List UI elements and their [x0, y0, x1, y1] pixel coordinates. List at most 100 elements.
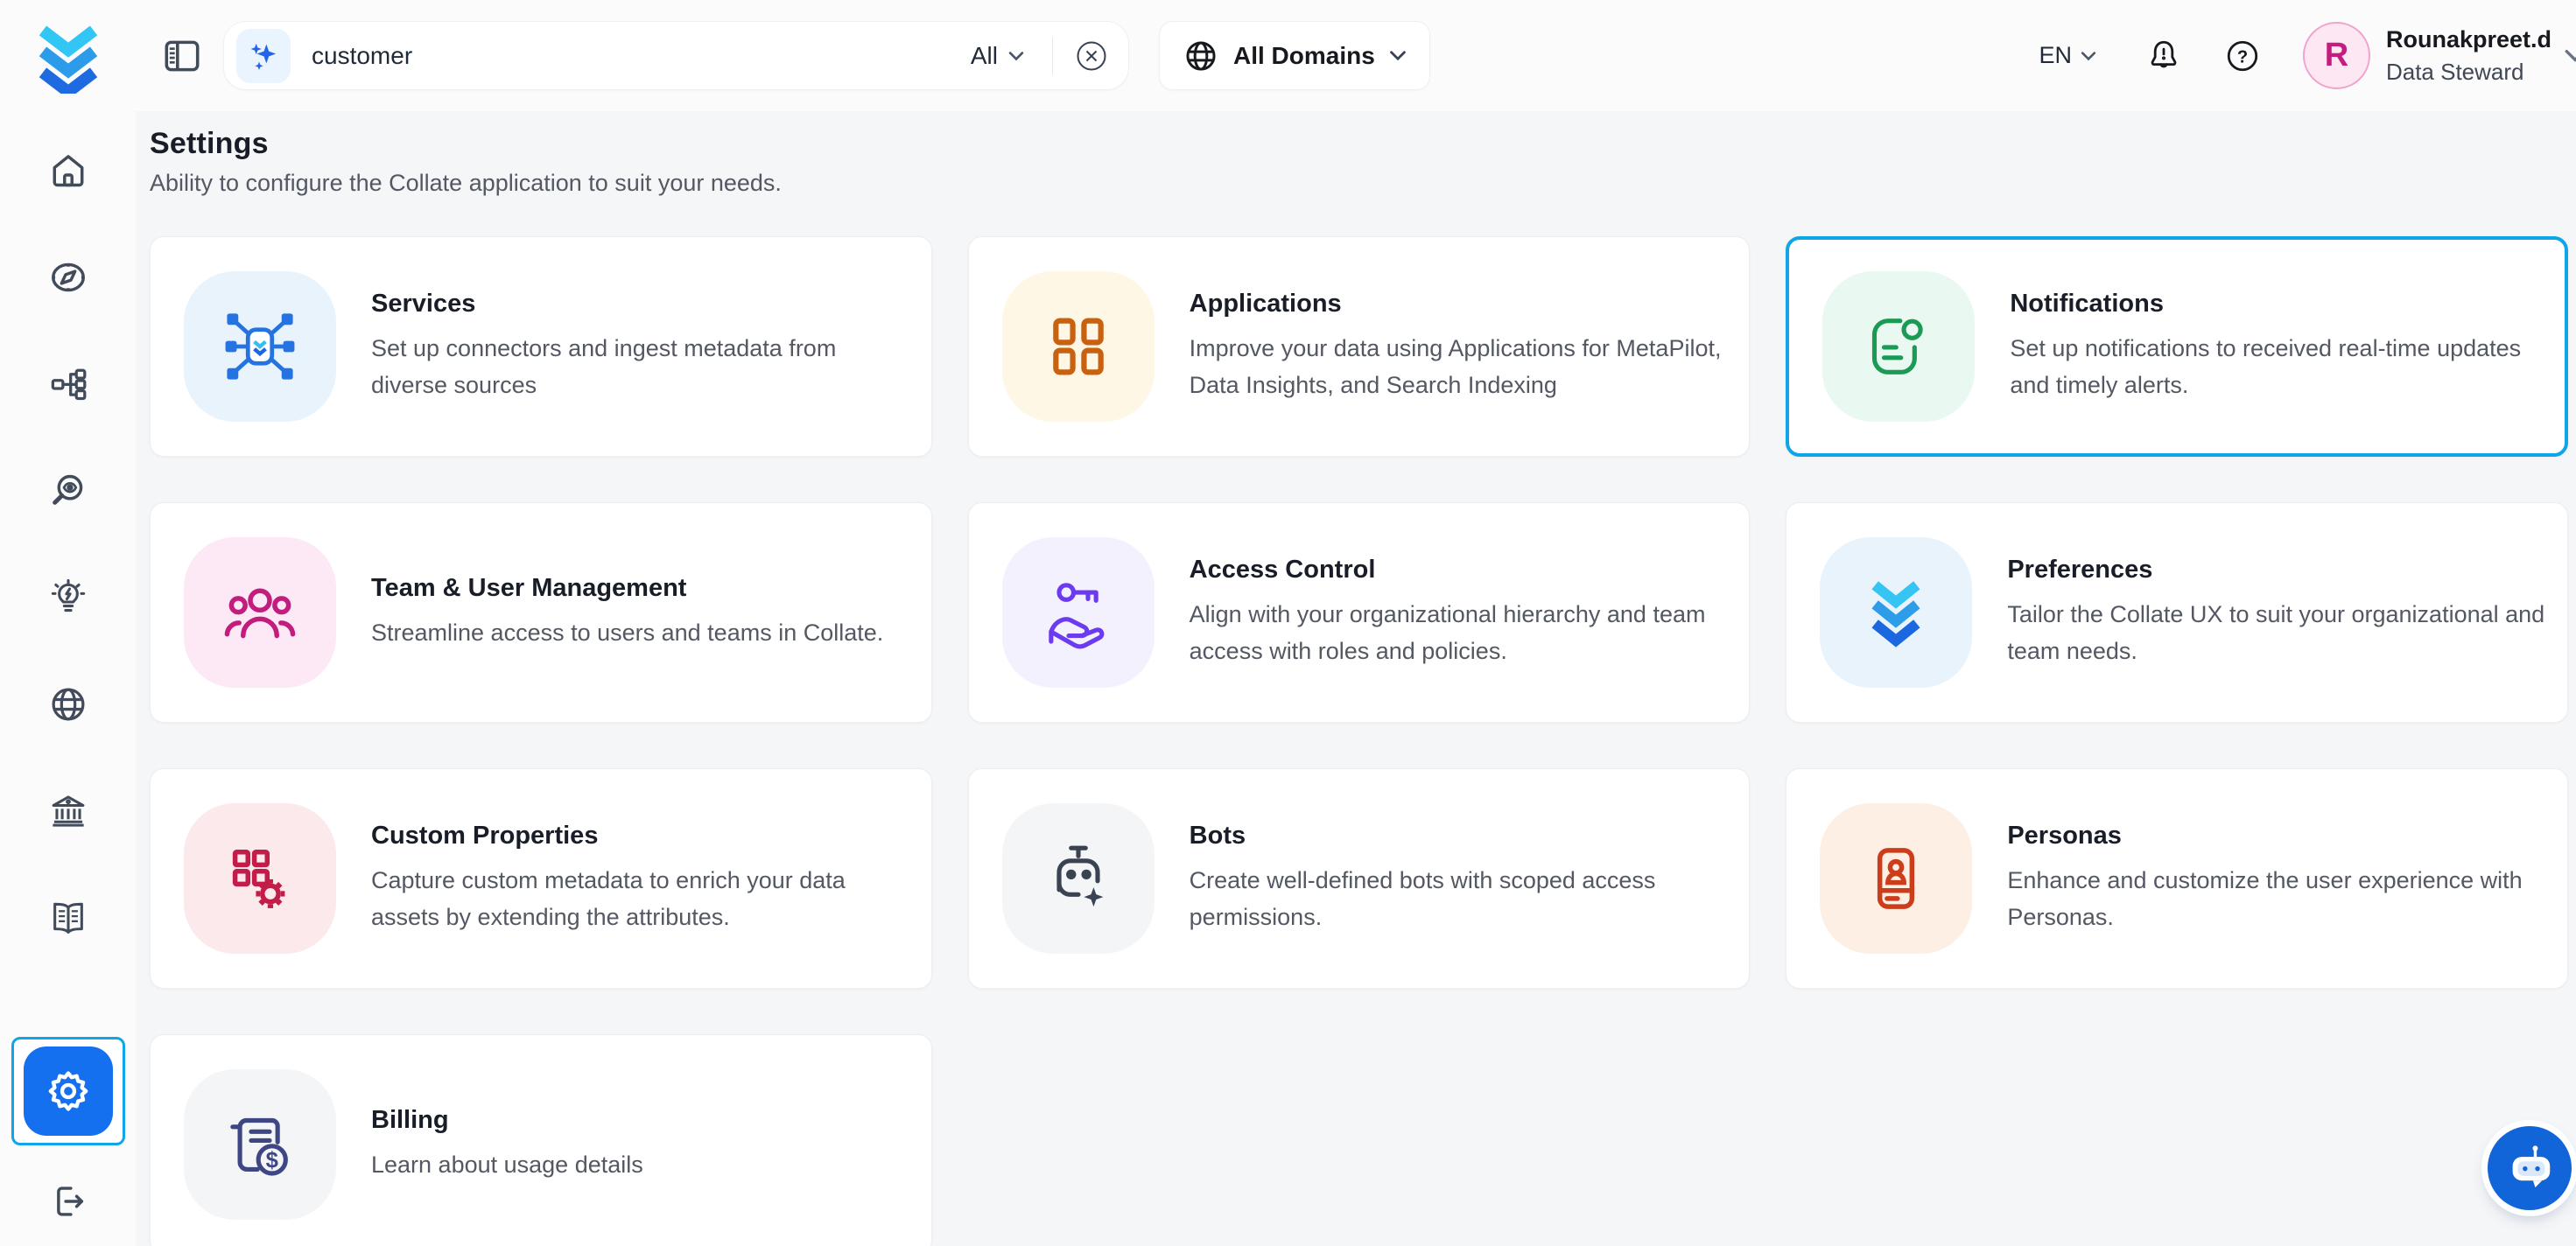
glossary-book-icon	[48, 898, 88, 938]
sidebar-item-govern[interactable]	[48, 791, 88, 831]
settings-card-bots[interactable]: Bots Create well-defined bots with scope…	[968, 768, 1751, 989]
card-description: Enhance and customize the user experienc…	[2007, 863, 2546, 934]
sidebar-item-glossary[interactable]	[48, 898, 88, 938]
settings-tile	[24, 1046, 113, 1136]
support-bot-button[interactable]	[2488, 1126, 2572, 1210]
help-icon[interactable]: ?	[2224, 38, 2261, 74]
bot-icon	[2502, 1141, 2557, 1195]
search-input[interactable]	[312, 42, 962, 70]
card-text: Applications Improve your data using App…	[1190, 290, 1729, 402]
sidebar-item-home[interactable]	[48, 150, 88, 191]
domains-globe-icon	[48, 684, 88, 724]
user-name: Rounakpreet.d	[2386, 25, 2551, 55]
page-subtitle: Ability to configure the Collate applica…	[150, 170, 2568, 197]
lineage-flow-icon	[48, 364, 88, 404]
domains-label: All Domains	[1233, 42, 1375, 70]
card-text: Notifications Set up notifications to re…	[2010, 290, 2544, 402]
logo-cell	[0, 0, 136, 111]
card-description: Tailor the Collate UX to suit your organ…	[2007, 597, 2546, 668]
language-dropdown[interactable]: EN	[2039, 42, 2096, 69]
card-text: Team & User Management Streamline access…	[371, 574, 883, 651]
settings-card-services[interactable]: Services Set up connectors and ingest me…	[150, 236, 932, 457]
card-icon-tile	[1002, 537, 1155, 688]
settings-gear-icon	[45, 1068, 92, 1115]
collate-logo[interactable]	[32, 18, 104, 94]
card-description: Create well-defined bots with scoped acc…	[1190, 863, 1729, 934]
global-search-bar: All	[223, 21, 1129, 90]
card-icon-tile	[1002, 271, 1155, 422]
user-role: Data Steward	[2386, 58, 2551, 87]
svg-text:$: $	[266, 1149, 278, 1173]
personas-icon	[1857, 840, 1934, 917]
avatar[interactable]: R	[2303, 22, 2370, 89]
app-root: All All Domains EN	[0, 0, 2576, 1246]
user-menu-chevron-icon[interactable]	[2564, 48, 2576, 63]
insights-bulb-icon	[48, 578, 88, 618]
header-right-cluster: EN ? R Rounakpreet.d	[2039, 22, 2576, 89]
card-icon-tile	[1820, 537, 1972, 688]
card-icon-tile: $	[184, 1069, 336, 1220]
card-icon-tile	[1002, 803, 1155, 954]
card-title: Bots	[1190, 822, 1729, 850]
card-title: Services	[371, 290, 910, 318]
settings-card-team-user-management[interactable]: Team & User Management Streamline access…	[150, 502, 932, 723]
card-description: Improve your data using Applications for…	[1190, 331, 1729, 402]
user-meta: Rounakpreet.d Data Steward	[2386, 25, 2551, 86]
page-title: Settings	[150, 127, 2568, 161]
settings-card-access-control[interactable]: Access Control Align with your organizat…	[968, 502, 1751, 723]
search-divider	[1052, 38, 1053, 74]
globe-icon	[1183, 38, 1219, 74]
govern-bank-icon	[48, 791, 88, 831]
card-text: Preferences Tailor the Collate UX to sui…	[2007, 556, 2546, 668]
card-title: Custom Properties	[371, 822, 910, 850]
card-text: Personas Enhance and customize the user …	[2007, 822, 2546, 934]
sidebar-toggle-icon[interactable]	[160, 34, 204, 78]
card-description: Set up notifications to received real-ti…	[2010, 331, 2544, 402]
services-icon	[221, 308, 298, 385]
card-icon-tile	[1822, 271, 1975, 422]
access-control-icon	[1040, 574, 1117, 651]
sidebar-item-observability[interactable]	[48, 471, 88, 511]
card-description: Streamline access to users and teams in …	[371, 615, 883, 651]
sidebar-item-explore[interactable]	[48, 257, 88, 298]
card-text: Access Control Align with your organizat…	[1190, 556, 1729, 668]
card-icon-tile	[184, 271, 336, 422]
settings-card-preferences[interactable]: Preferences Tailor the Collate UX to sui…	[1786, 502, 2568, 723]
sidebar-item-settings-selected[interactable]	[11, 1037, 125, 1145]
card-description: Capture custom metadata to enrich your d…	[371, 863, 910, 934]
chevron-down-icon	[1389, 50, 1407, 61]
domains-dropdown[interactable]: All Domains	[1159, 21, 1430, 90]
billing-icon: $	[221, 1106, 298, 1183]
clear-search-icon[interactable]	[1072, 37, 1111, 75]
explore-compass-icon	[48, 257, 88, 298]
chevron-down-icon	[1008, 51, 1024, 61]
language-label: EN	[2039, 42, 2072, 69]
settings-card-applications[interactable]: Applications Improve your data using App…	[968, 236, 1751, 457]
settings-card-custom-properties[interactable]: Custom Properties Capture custom metadat…	[150, 768, 932, 989]
settings-cards-grid: Services Set up connectors and ingest me…	[150, 236, 2568, 1246]
bell-icon[interactable]	[2145, 37, 2182, 75]
svg-text:?: ?	[2237, 47, 2248, 66]
card-title: Notifications	[2010, 290, 2544, 318]
card-icon-tile	[1820, 803, 1972, 954]
sidebar-item-logout[interactable]	[48, 1181, 88, 1222]
settings-card-notifications[interactable]: Notifications Set up notifications to re…	[1786, 236, 2568, 457]
card-text: Bots Create well-defined bots with scope…	[1190, 822, 1729, 934]
settings-card-personas[interactable]: Personas Enhance and customize the user …	[1786, 768, 2568, 989]
logout-icon	[48, 1181, 88, 1222]
search-scope-dropdown[interactable]: All	[962, 42, 1033, 70]
card-description: Set up connectors and ingest metadata fr…	[371, 331, 910, 402]
main-content: Settings Ability to configure the Collat…	[136, 111, 2576, 1246]
card-description: Align with your organizational hierarchy…	[1190, 597, 1729, 668]
sidebar-item-domains[interactable]	[48, 684, 88, 724]
settings-card-billing[interactable]: $ Billing Learn about usage details	[150, 1034, 932, 1246]
card-title: Team & User Management	[371, 574, 883, 603]
top-header: All All Domains EN	[136, 0, 2576, 111]
sidebar-item-insights[interactable]	[48, 578, 88, 618]
ai-sparkle-icon[interactable]	[236, 29, 291, 83]
avatar-initial: R	[2325, 37, 2348, 74]
sidebar-item-lineage[interactable]	[48, 364, 88, 404]
card-title: Personas	[2007, 822, 2546, 850]
card-title: Applications	[1190, 290, 1729, 318]
applications-icon	[1040, 308, 1117, 385]
